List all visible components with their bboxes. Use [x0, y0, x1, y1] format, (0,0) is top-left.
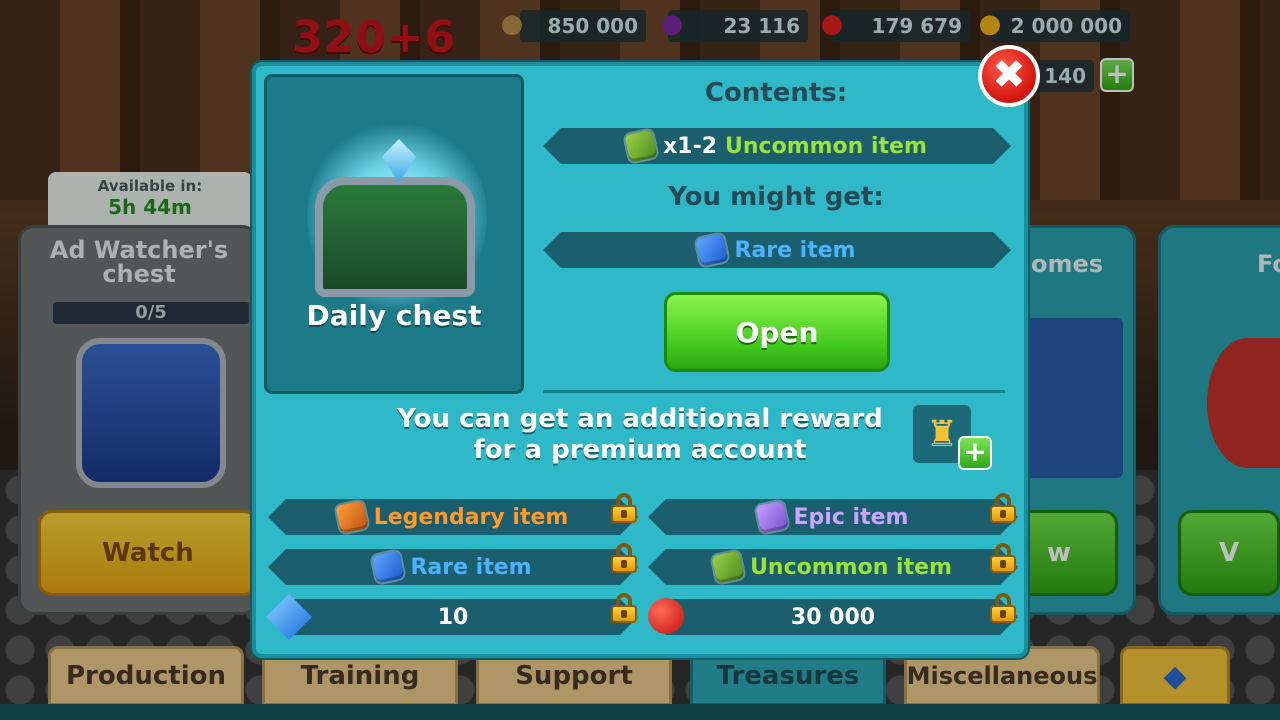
- reward-crystals-value: 10: [437, 604, 469, 630]
- lock-icon: [611, 493, 637, 523]
- modal-divider: [543, 390, 1005, 393]
- legendary-gem-icon: [335, 500, 368, 533]
- open-button[interactable]: Open: [664, 292, 890, 372]
- contents-title: Contents:: [704, 78, 848, 108]
- reward-epic-name: Epic item: [793, 504, 909, 530]
- contents-item-name: Uncommon item: [725, 133, 927, 159]
- daily-chest-image: [315, 177, 475, 297]
- lock-icon: [611, 593, 637, 623]
- lock-icon: [990, 493, 1016, 523]
- reward-rare-name: Rare item: [410, 554, 532, 580]
- chest-name: Daily chest: [306, 299, 482, 332]
- close-button[interactable]: ✖: [978, 45, 1040, 107]
- reward-row-uncommon: Uncommon item: [648, 549, 1018, 585]
- chest-panel: Daily chest: [264, 74, 524, 394]
- epic-gem-icon: [755, 500, 788, 533]
- rare-gem-icon: [696, 233, 729, 266]
- reward-legendary-name: Legendary item: [373, 504, 569, 530]
- lock-icon: [611, 543, 637, 573]
- uncommon-gem-icon: [624, 129, 657, 162]
- reward-row-epic: Epic item: [648, 499, 1018, 535]
- contents-item-qty: x1-2: [663, 133, 718, 159]
- reward-row-apples: 30 000: [648, 599, 1018, 635]
- might-get-title: You might get:: [668, 182, 884, 212]
- might-get-item-row: Rare item: [543, 232, 1011, 268]
- add-premium-button[interactable]: +: [958, 436, 992, 470]
- reward-row-rare: Rare item: [268, 549, 638, 585]
- apple-icon: [648, 598, 684, 634]
- lock-icon: [990, 593, 1016, 623]
- contents-item-row: x1-2 Uncommon item: [543, 128, 1011, 164]
- might-get-item-name: Rare item: [734, 237, 856, 263]
- reward-row-legendary: Legendary item: [268, 499, 638, 535]
- reward-row-crystals: 10: [268, 599, 638, 635]
- reward-uncommon-name: Uncommon item: [750, 554, 952, 580]
- rare-gem-icon: [372, 550, 405, 583]
- premium-reward-text: You can get an additional reward for a p…: [397, 404, 883, 465]
- reward-apples-value: 30 000: [790, 604, 876, 630]
- uncommon-gem-icon: [711, 550, 744, 583]
- lock-icon: [990, 543, 1016, 573]
